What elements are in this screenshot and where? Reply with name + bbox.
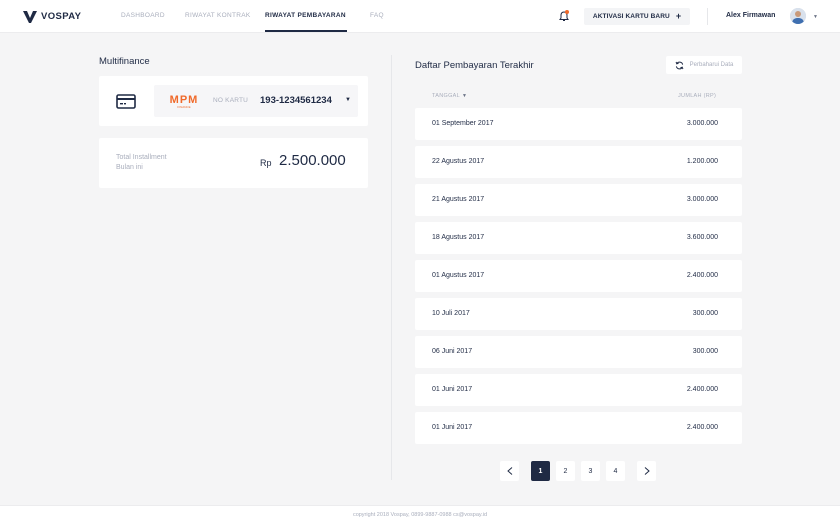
installment-label: Total Installment Bulan ini [116, 153, 206, 173]
nav-riwayat-pembayaran[interactable]: RIWAYAT PEMBAYARAN [265, 12, 346, 19]
vospay-logo-icon [23, 10, 37, 23]
credit-card-icon [116, 94, 136, 109]
chevron-left-icon [506, 467, 512, 475]
chevron-down-icon[interactable]: ▼ [813, 14, 818, 20]
header-divider [707, 8, 708, 25]
installment-summary-card: Total Installment Bulan ini Rp 2.500.000 [99, 138, 368, 188]
column-header-date-label: TANGGAL [432, 93, 460, 99]
row-date: 01 Juni 2017 [432, 386, 473, 393]
top-header: VOSPAY DASHBOARD RIWAYAT KONTRAK RIWAYAT… [0, 0, 840, 33]
prev-page-button[interactable] [500, 461, 519, 481]
row-date: 22 Agustus 2017 [432, 158, 485, 165]
footer: copyright 2018 Vospay, 0899-9887-0988 cs… [0, 505, 840, 525]
brand-name: VOSPAY [41, 11, 82, 22]
nav-riwayat-kontrak[interactable]: RIWAYAT KONTRAK [185, 12, 251, 19]
nav-faq[interactable]: FAQ [370, 12, 384, 19]
plus-icon: + [675, 11, 682, 21]
refresh-data-button[interactable]: Perbaharui Data [666, 56, 742, 74]
table-row[interactable]: 01 Agustus 2017 2.400.000 [415, 260, 742, 292]
row-date: 01 Agustus 2017 [432, 272, 485, 279]
refresh-icon [675, 61, 684, 69]
table-row[interactable]: 01 Juni 2017 2.400.000 [415, 374, 742, 406]
card-number-select[interactable]: MPM FINANCE NO KARTU 193-1234561234 ▼ [154, 85, 358, 117]
refresh-data-label: Perbaharui Data [689, 62, 734, 68]
table-row[interactable]: 01 Juni 2017 2.400.000 [415, 412, 742, 444]
payments-title: Daftar Pembayaran Terakhir [415, 60, 534, 71]
table-row[interactable]: 21 Agustus 2017 3.000.000 [415, 184, 742, 216]
footer-copyright: copyright 2018 Vospay, 0899-9887-0988 cs… [352, 512, 488, 518]
table-row[interactable]: 22 Agustus 2017 1.200.000 [415, 146, 742, 178]
column-header-date[interactable]: TANGGAL ▼ [432, 93, 467, 99]
brand-logo[interactable]: VOSPAY [23, 10, 81, 23]
avatar[interactable] [790, 8, 806, 24]
table-row[interactable]: 01 September 2017 3.000.000 [415, 108, 742, 140]
row-amount: 1.200.000 [686, 158, 718, 165]
row-date: 21 Agustus 2017 [432, 196, 485, 203]
row-amount: 2.400.000 [686, 272, 718, 279]
sort-down-icon: ▼ [461, 93, 468, 99]
row-amount: 2.400.000 [686, 424, 718, 431]
installment-label-line2: Bulan ini [116, 164, 143, 171]
activate-card-label: AKTIVASI KARTU BARU [592, 13, 670, 20]
row-amount: 3.600.000 [686, 234, 718, 241]
row-amount: 300.000 [692, 348, 718, 355]
row-amount: 300.000 [692, 310, 718, 317]
chevron-right-icon [644, 467, 650, 475]
row-amount: 3.000.000 [686, 196, 718, 203]
table-row[interactable]: 10 Juli 2017 300.000 [415, 298, 742, 330]
active-nav-indicator [265, 30, 347, 32]
card-selector-panel: MPM FINANCE NO KARTU 193-1234561234 ▼ [99, 76, 368, 126]
chevron-down-icon: ▼ [345, 97, 351, 103]
page-button-3[interactable]: 3 [581, 461, 600, 481]
nav-dashboard[interactable]: DASHBOARD [121, 12, 165, 19]
page-button-4[interactable]: 4 [606, 461, 625, 481]
activate-card-button[interactable]: AKTIVASI KARTU BARU + [584, 8, 690, 25]
card-number-label: NO KARTU [213, 97, 249, 104]
notification-badge [565, 10, 569, 14]
column-header-amount: JUMLAH (RP) [678, 93, 717, 99]
payments-list: 01 September 2017 3.000.000 22 Agustus 2… [415, 108, 742, 450]
page-button-1[interactable]: 1 [531, 461, 550, 481]
svg-text:FINANCE: FINANCE [177, 105, 190, 109]
user-avatar-icon [790, 8, 806, 24]
column-divider [391, 55, 392, 480]
multifinance-title: Multifinance [99, 56, 150, 67]
row-date: 06 Juni 2017 [432, 348, 473, 355]
installment-amount: 2.500.000 [279, 152, 346, 169]
row-date: 01 September 2017 [432, 120, 494, 127]
next-page-button[interactable] [637, 461, 656, 481]
row-amount: 3.000.000 [686, 120, 718, 127]
card-number-value: 193-1234561234 [260, 95, 332, 106]
row-amount: 2.400.000 [686, 386, 718, 393]
table-row[interactable]: 18 Agustus 2017 3.600.000 [415, 222, 742, 254]
user-name[interactable]: Alex Firmawan [726, 12, 775, 19]
row-date: 18 Agustus 2017 [432, 234, 485, 241]
installment-currency: Rp [260, 158, 272, 168]
mpm-finance-logo: MPM FINANCE [170, 94, 198, 109]
row-date: 10 Juli 2017 [432, 310, 470, 317]
row-date: 01 Juni 2017 [432, 424, 473, 431]
table-row[interactable]: 06 Juni 2017 300.000 [415, 336, 742, 368]
installment-label-line1: Total Installment [116, 154, 167, 161]
page-button-2[interactable]: 2 [556, 461, 575, 481]
